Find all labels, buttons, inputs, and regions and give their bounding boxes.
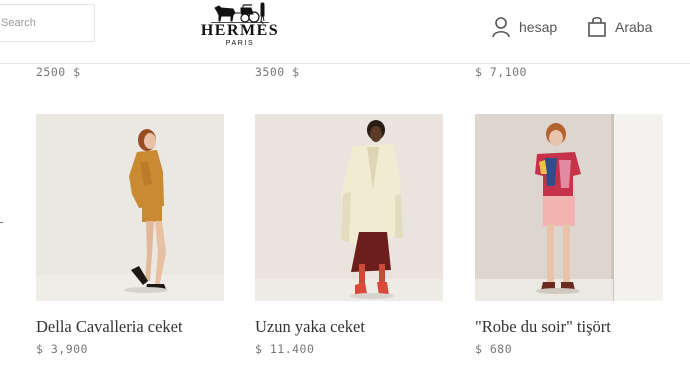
product-name[interactable]: Uzun yaka ceket xyxy=(255,317,443,337)
product-card[interactable]: Uzun yaka ceket $ 11.400 xyxy=(255,114,443,356)
product-image[interactable] xyxy=(475,114,663,301)
cart-link[interactable]: Araba xyxy=(587,15,652,39)
shopping-bag-icon xyxy=(588,16,606,37)
previous-row-price: 3500 $ xyxy=(255,65,300,79)
product-image[interactable] xyxy=(36,114,224,301)
product-price: $ 11.400 xyxy=(255,342,315,356)
cart-label: Araba xyxy=(615,19,653,35)
product-price: $ 680 xyxy=(475,342,513,356)
account-label: hesap xyxy=(519,19,558,35)
site-header: HERMÈS PARIS hesap Araba xyxy=(0,0,690,64)
brand-logo[interactable]: HERMÈS PARIS xyxy=(195,2,285,50)
product-card[interactable]: Della Cavalleria ceket $ 3,900 xyxy=(36,114,224,356)
horse-carriage-logo-icon xyxy=(211,2,269,23)
account-link[interactable]: hesap xyxy=(491,15,557,39)
logo-wordmark: HERMÈS xyxy=(200,22,280,39)
logo-subtitle: PARIS xyxy=(225,40,255,47)
previous-row-price: $ 7,100 xyxy=(475,65,527,79)
product-card[interactable]: "Robe du soir" tişört $ 680 xyxy=(475,114,663,356)
previous-row-price: 2500 $ xyxy=(36,65,81,79)
search-input[interactable] xyxy=(0,4,95,42)
user-icon xyxy=(492,17,510,38)
carousel-edge-mark xyxy=(0,222,3,223)
product-image[interactable] xyxy=(255,114,443,301)
product-name[interactable]: Della Cavalleria ceket xyxy=(36,317,224,337)
product-price: $ 3,900 xyxy=(36,342,88,356)
product-name[interactable]: "Robe du soir" tişört xyxy=(475,317,663,337)
